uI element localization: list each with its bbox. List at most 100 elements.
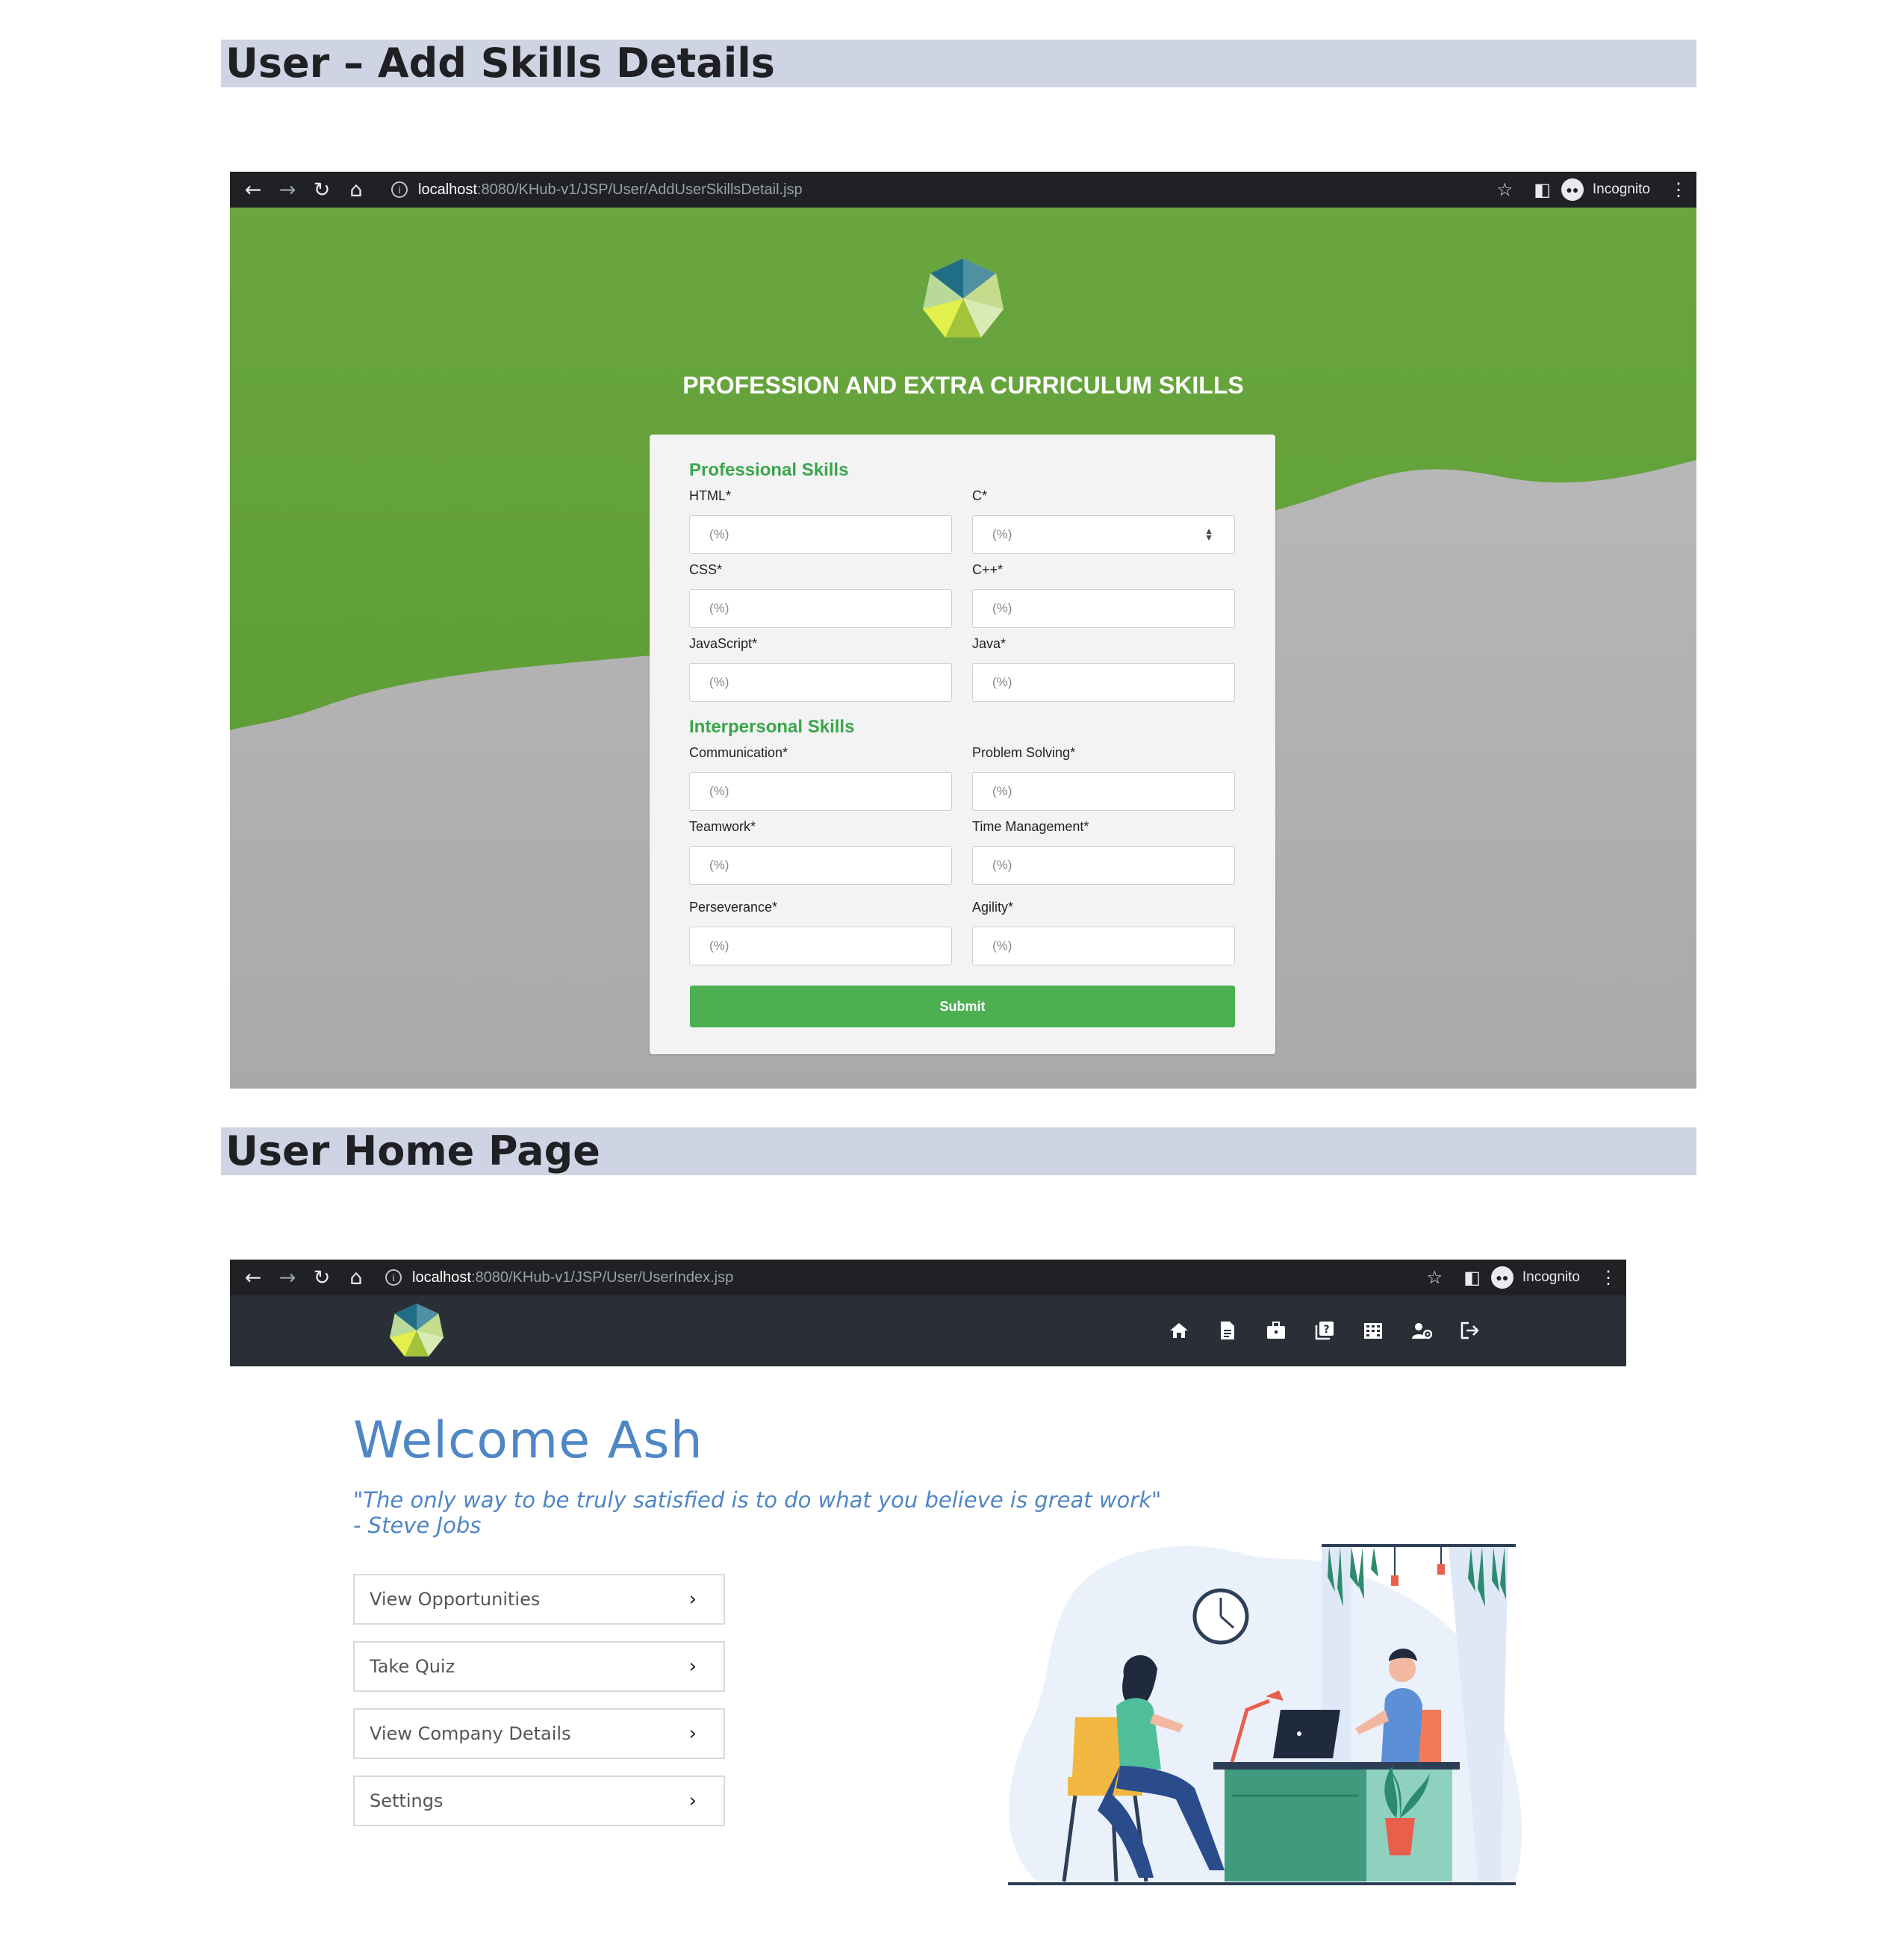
company-icon[interactable]	[1348, 1313, 1397, 1348]
communication-placeholder: (%)	[709, 784, 729, 798]
skills-form-card: Professional Skills HTML* (%) C* (%) ▲ ▼ C…	[650, 435, 1275, 1054]
html-placeholder: (%)	[709, 527, 729, 541]
view-company-details-button[interactable]: View Company Details ›	[353, 1708, 725, 1759]
menu-label: Settings	[370, 1790, 444, 1811]
kebab-menu-icon[interactable]: ⋮	[1599, 1267, 1617, 1289]
perseverance-input[interactable]: (%)	[689, 927, 952, 965]
problem-solving-placeholder: (%)	[992, 784, 1012, 798]
java-input[interactable]: (%)	[972, 663, 1235, 702]
address-bar[interactable]: i localhost:8080/KHub-v1/JSP/User/UserIn…	[385, 1260, 1416, 1295]
cpp-input[interactable]: (%)	[972, 589, 1235, 628]
teamwork-placeholder: (%)	[709, 858, 729, 872]
incognito-icon: ●●	[1490, 1266, 1513, 1289]
perseverance-placeholder: (%)	[709, 939, 729, 953]
app-logo[interactable]	[387, 1301, 447, 1360]
incognito-icon: ●●	[1561, 178, 1584, 201]
chevron-right-icon: ›	[688, 1588, 697, 1610]
html-label: HTML*	[689, 488, 732, 503]
skills-page-viewport: PROFESSION AND EXTRA CURRICULUM SKILLS P…	[230, 208, 1696, 1089]
cpp-placeholder: (%)	[992, 601, 1012, 615]
incognito-label: Incognito	[1592, 181, 1650, 197]
reload-icon[interactable]: ↻	[305, 172, 339, 208]
css-input[interactable]: (%)	[689, 589, 952, 628]
quote-text: "The only way to be truly satisfied is t…	[353, 1487, 1162, 1513]
home-icon[interactable]: ⌂	[339, 1260, 373, 1295]
back-icon[interactable]: ←	[236, 172, 270, 208]
welcome-heading: Welcome Ash	[353, 1411, 703, 1470]
app-navbar: ?	[230, 1295, 1626, 1366]
agility-placeholder: (%)	[992, 939, 1012, 953]
office-illustration	[1008, 1544, 1522, 1885]
chevron-right-icon: ›	[688, 1722, 697, 1745]
professional-skills-title: Professional Skills	[689, 460, 849, 480]
c-placeholder: (%)	[992, 527, 1012, 541]
teamwork-label: Teamwork*	[689, 819, 756, 834]
incognito-indicator[interactable]: ●● Incognito	[1561, 178, 1650, 201]
app-logo	[923, 258, 1004, 337]
url-path: :8080/KHub-v1/JSP/User/UserIndex.jsp	[470, 1269, 734, 1286]
interpersonal-skills-title: Interpersonal Skills	[689, 717, 855, 737]
time-management-input[interactable]: (%)	[972, 846, 1235, 885]
incognito-indicator[interactable]: ●● Incognito	[1490, 1266, 1580, 1289]
side-panel-icon[interactable]: ◧	[1463, 1267, 1481, 1289]
skills-page-heading: PROFESSION AND EXTRA CURRICULUM SKILLS	[682, 372, 1244, 399]
document-icon[interactable]	[1203, 1313, 1251, 1348]
briefcase-icon[interactable]	[1251, 1313, 1300, 1348]
forward-icon[interactable]: →	[270, 1260, 305, 1295]
logout-icon[interactable]	[1446, 1313, 1494, 1348]
incognito-label: Incognito	[1522, 1269, 1580, 1285]
user-settings-icon[interactable]	[1397, 1313, 1446, 1348]
address-bar[interactable]: i localhost:8080/KHub-v1/JSP/User/AddUse…	[391, 172, 1487, 208]
settings-button[interactable]: Settings ›	[353, 1775, 725, 1826]
forward-icon[interactable]: →	[270, 172, 305, 208]
info-icon[interactable]: i	[391, 181, 408, 198]
time-management-placeholder: (%)	[992, 858, 1012, 872]
communication-input[interactable]: (%)	[689, 772, 952, 811]
menu-label: Take Quiz	[370, 1656, 455, 1677]
css-placeholder: (%)	[709, 601, 729, 615]
html-input[interactable]: (%)	[689, 515, 952, 554]
home-icon[interactable]: ⌂	[339, 172, 373, 208]
menu-label: View Company Details	[370, 1723, 571, 1744]
back-icon[interactable]: ←	[236, 1260, 270, 1295]
url-path: :8080/KHub-v1/JSP/User/AddUserSkillsDeta…	[476, 181, 803, 198]
problem-solving-input[interactable]: (%)	[972, 772, 1235, 811]
java-label: Java*	[972, 636, 1007, 651]
agility-label: Agility*	[972, 900, 1014, 915]
quiz-icon[interactable]: ?	[1300, 1313, 1348, 1348]
info-icon[interactable]: i	[385, 1269, 402, 1286]
java-placeholder: (%)	[992, 675, 1012, 689]
perseverance-label: Perseverance*	[689, 900, 778, 915]
view-opportunities-button[interactable]: View Opportunities ›	[353, 1574, 725, 1625]
javascript-input[interactable]: (%)	[689, 663, 952, 702]
c-input[interactable]: (%) ▲ ▼	[972, 515, 1235, 554]
agility-input[interactable]: (%)	[972, 927, 1235, 965]
section-title-add-skills: User – Add Skills Details	[221, 40, 1696, 87]
teamwork-input[interactable]: (%)	[689, 846, 952, 885]
url-host: localhost	[412, 1269, 471, 1286]
spinner-arrows-icon[interactable]: ▲ ▼	[1204, 526, 1213, 542]
browser-toolbar: ← → ↻ ⌂ i localhost:8080/KHub-v1/JSP/Use…	[230, 1260, 1626, 1295]
chevron-right-icon: ›	[688, 1655, 697, 1678]
home-icon[interactable]	[1154, 1313, 1203, 1348]
c-label: C*	[972, 488, 988, 503]
side-panel-icon[interactable]: ◧	[1534, 179, 1551, 201]
svg-text:?: ?	[1323, 1324, 1329, 1336]
reload-icon[interactable]: ↻	[305, 1260, 339, 1295]
chevron-right-icon: ›	[688, 1790, 697, 1812]
css-label: CSS*	[689, 562, 723, 577]
section-title-home-page: User Home Page	[221, 1127, 1696, 1175]
submit-button[interactable]: Submit	[690, 986, 1235, 1027]
communication-label: Communication*	[689, 745, 788, 760]
kebab-menu-icon[interactable]: ⋮	[1670, 179, 1687, 201]
browser-toolbar: ← → ↻ ⌂ i localhost:8080/KHub-v1/JSP/Use…	[230, 172, 1696, 208]
problem-solving-label: Problem Solving*	[972, 745, 1076, 760]
javascript-label: JavaScript*	[689, 636, 758, 651]
url-host: localhost	[418, 181, 477, 198]
time-management-label: Time Management*	[972, 819, 1089, 834]
bookmark-star-icon[interactable]: ☆	[1497, 179, 1513, 201]
cpp-label: C++*	[972, 562, 1004, 577]
bookmark-star-icon[interactable]: ☆	[1427, 1267, 1443, 1289]
javascript-placeholder: (%)	[709, 675, 729, 689]
take-quiz-button[interactable]: Take Quiz ›	[353, 1641, 725, 1692]
